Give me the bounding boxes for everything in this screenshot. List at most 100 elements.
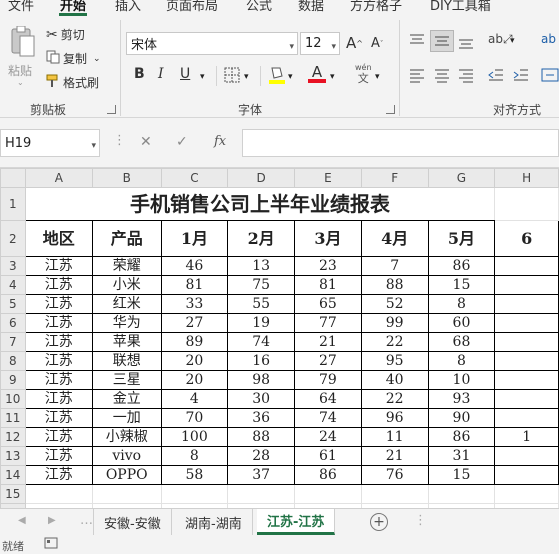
select-all-corner[interactable] bbox=[0, 168, 26, 188]
table-cell[interactable]: 1 bbox=[494, 427, 559, 447]
row-header[interactable]: 3 bbox=[0, 256, 26, 276]
table-cell[interactable]: 99 bbox=[360, 313, 429, 333]
table-cell[interactable]: 20 bbox=[160, 370, 229, 390]
table-cell[interactable]: 86 bbox=[427, 256, 496, 276]
wrap-text-icon[interactable]: ab bbox=[541, 32, 556, 46]
chevron-down-icon[interactable]: ▾ bbox=[244, 72, 249, 82]
column-header[interactable]: E bbox=[294, 168, 362, 188]
column-header[interactable]: H bbox=[494, 168, 559, 188]
table-cell[interactable]: 70 bbox=[160, 408, 229, 428]
table-cell[interactable]: 15 bbox=[427, 275, 496, 295]
font-launcher-icon[interactable] bbox=[386, 105, 395, 114]
column-header[interactable]: F bbox=[360, 168, 429, 188]
row-header[interactable]: 10 bbox=[0, 389, 26, 409]
table-cell[interactable]: 96 bbox=[360, 408, 429, 428]
table-cell[interactable] bbox=[494, 408, 559, 428]
row-header[interactable]: 2 bbox=[0, 220, 26, 257]
table-cell[interactable]: 86 bbox=[294, 465, 362, 485]
format-painter-button[interactable]: 格式刷 bbox=[46, 74, 99, 91]
table-cell[interactable]: 4 bbox=[160, 389, 229, 409]
table-cell[interactable]: 31 bbox=[427, 446, 496, 466]
column-header[interactable]: C bbox=[160, 168, 229, 188]
table-cell[interactable]: 60 bbox=[427, 313, 496, 333]
splitter-icon[interactable]: ⋮ bbox=[414, 513, 427, 528]
row-header[interactable]: 5 bbox=[0, 294, 26, 314]
name-box[interactable]: H19 ▾ bbox=[0, 129, 100, 157]
shrink-font-button[interactable]: Aˇ bbox=[371, 36, 383, 51]
chevron-down-icon[interactable]: ▾ bbox=[510, 36, 515, 46]
cut-button[interactable]: ✂ 剪切 bbox=[46, 26, 85, 43]
chevron-down-icon[interactable]: ▾ bbox=[200, 72, 205, 82]
row-header[interactable]: 1 bbox=[0, 187, 26, 221]
table-cell[interactable]: 金立 bbox=[91, 389, 162, 409]
table-cell[interactable]: 27 bbox=[294, 351, 362, 371]
menu-diy-toolbox[interactable]: DIY工具箱 bbox=[430, 0, 491, 14]
table-cell[interactable]: 74 bbox=[227, 332, 296, 352]
table-cell[interactable]: 华为 bbox=[91, 313, 162, 333]
table-cell[interactable]: 79 bbox=[294, 370, 362, 390]
row-header[interactable]: 14 bbox=[0, 465, 26, 485]
row-header[interactable]: 11 bbox=[0, 408, 26, 428]
row-header[interactable]: 8 bbox=[0, 351, 26, 371]
copy-button[interactable]: 复制 ⌄ bbox=[46, 50, 101, 67]
menu-home[interactable]: 开始 bbox=[60, 0, 86, 14]
table-cell[interactable] bbox=[494, 465, 559, 485]
table-cell[interactable]: 8 bbox=[427, 294, 496, 314]
table-cell[interactable]: 江苏 bbox=[24, 408, 93, 428]
fill-color-icon[interactable] bbox=[268, 65, 286, 88]
table-cell[interactable]: 江苏 bbox=[24, 427, 93, 447]
menu-data[interactable]: 数据 bbox=[298, 0, 324, 14]
table-cell[interactable]: 98 bbox=[227, 370, 296, 390]
table-cell[interactable]: 24 bbox=[294, 427, 362, 447]
increase-indent-icon[interactable] bbox=[512, 67, 530, 86]
table-cell[interactable]: 88 bbox=[227, 427, 296, 447]
paste-dropdown-icon[interactable]: ⌄ bbox=[17, 78, 24, 87]
table-header-cell[interactable]: 6 bbox=[494, 220, 559, 257]
table-cell[interactable]: OPPO bbox=[91, 465, 162, 485]
orientation-icon[interactable]: ab⤢ bbox=[488, 32, 513, 47]
table-cell[interactable]: 93 bbox=[427, 389, 496, 409]
table-header-cell[interactable]: 1月 bbox=[160, 220, 229, 257]
table-cell[interactable]: 86 bbox=[427, 427, 496, 447]
cell[interactable] bbox=[427, 484, 496, 504]
align-top-icon[interactable] bbox=[408, 32, 426, 53]
table-header-cell[interactable]: 4月 bbox=[360, 220, 429, 257]
column-header[interactable]: D bbox=[227, 168, 296, 188]
align-right-icon[interactable] bbox=[457, 67, 475, 86]
table-cell[interactable]: 20 bbox=[160, 351, 229, 371]
scroll-right-icon[interactable]: ▶ bbox=[48, 515, 56, 526]
table-cell[interactable]: 23 bbox=[294, 256, 362, 276]
menu-page-layout[interactable]: 页面布局 bbox=[166, 0, 218, 14]
table-cell[interactable]: 22 bbox=[360, 332, 429, 352]
table-cell[interactable]: 江苏 bbox=[24, 370, 93, 390]
table-cell[interactable]: 75 bbox=[227, 275, 296, 295]
table-cell[interactable]: 89 bbox=[160, 332, 229, 352]
sheet-tab-active[interactable]: 江苏-江苏 bbox=[257, 509, 336, 535]
table-cell[interactable]: 100 bbox=[160, 427, 229, 447]
table-cell[interactable]: 19 bbox=[227, 313, 296, 333]
table-cell[interactable]: 江苏 bbox=[24, 446, 93, 466]
table-cell[interactable] bbox=[494, 332, 559, 352]
table-cell[interactable]: 36 bbox=[227, 408, 296, 428]
table-cell[interactable]: 55 bbox=[227, 294, 296, 314]
bold-button[interactable]: B bbox=[134, 66, 145, 82]
cell[interactable] bbox=[91, 484, 162, 504]
menu-file[interactable]: 文件 bbox=[8, 0, 34, 14]
table-header-cell[interactable]: 2月 bbox=[227, 220, 296, 257]
scroll-left-icon[interactable]: ◀ bbox=[18, 515, 26, 526]
table-cell[interactable] bbox=[494, 446, 559, 466]
cell[interactable] bbox=[227, 484, 296, 504]
row-header[interactable]: 9 bbox=[0, 370, 26, 390]
table-cell[interactable] bbox=[494, 256, 559, 276]
table-cell[interactable]: 74 bbox=[294, 408, 362, 428]
table-cell[interactable] bbox=[494, 389, 559, 409]
font-color-icon[interactable]: A bbox=[308, 63, 326, 83]
table-cell[interactable]: 江苏 bbox=[24, 332, 93, 352]
cell[interactable] bbox=[360, 484, 429, 504]
table-cell[interactable]: 40 bbox=[360, 370, 429, 390]
decrease-indent-icon[interactable] bbox=[487, 67, 505, 86]
table-cell[interactable] bbox=[494, 275, 559, 295]
underline-button[interactable]: U bbox=[180, 66, 190, 82]
table-cell[interactable]: 江苏 bbox=[24, 275, 93, 295]
merge-center-icon[interactable] bbox=[541, 67, 559, 86]
